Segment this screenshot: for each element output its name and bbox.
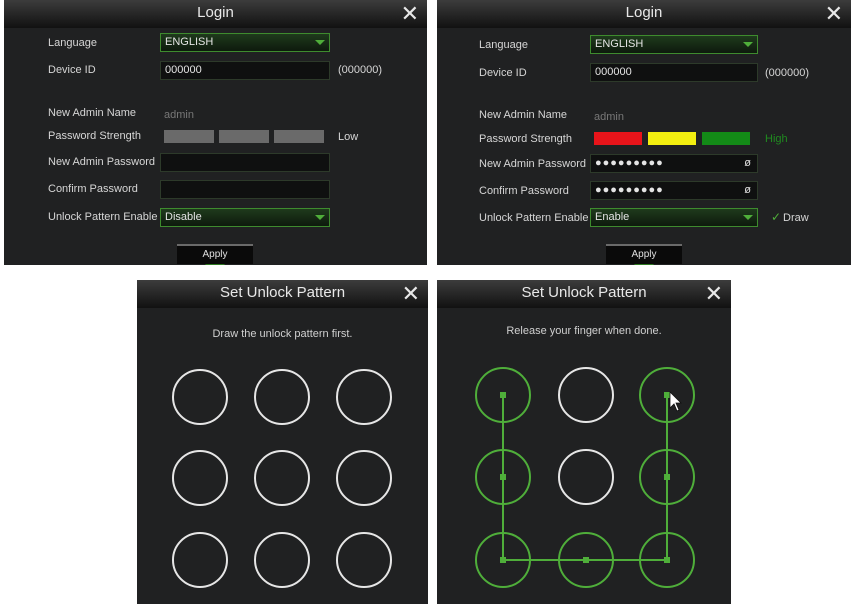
pattern-panel-empty: Set Unlock Pattern ✕ Draw the unlock pat… <box>137 280 428 604</box>
pattern-path-line <box>502 395 668 561</box>
new-password-label: New Admin Password <box>48 156 155 168</box>
admin-name-label: New Admin Name <box>48 107 137 119</box>
strength-bar-2 <box>648 132 696 145</box>
cursor-icon <box>669 391 682 412</box>
login-panel-low: Login ✕ Language ENGLISH Device ID 00000… <box>4 0 427 265</box>
admin-name-value: admin <box>594 111 624 123</box>
confirm-password-label: Confirm Password <box>48 183 138 195</box>
device-id-input[interactable]: 000000 <box>160 61 330 80</box>
device-id-hint: (000000) <box>765 67 810 79</box>
password-strength-label: Password Strength <box>48 130 141 142</box>
pattern-node-7[interactable] <box>172 532 228 588</box>
node-dot <box>500 474 506 480</box>
new-password-label: New Admin Password <box>479 158 586 170</box>
chevron-down-icon <box>315 40 325 45</box>
strength-text: High <box>765 133 788 145</box>
unlock-pattern-label: Unlock Pattern Enable <box>479 212 589 224</box>
strength-bar-2 <box>219 130 269 143</box>
new-password-input[interactable]: ●●●●●●●●● ø <box>590 154 758 173</box>
strength-bar-1 <box>594 132 642 145</box>
chevron-down-icon <box>315 215 325 220</box>
pattern-node-5[interactable] <box>558 449 614 505</box>
strength-text: Low <box>338 131 359 143</box>
unlock-pattern-value: Disable <box>165 211 202 223</box>
node-dot <box>664 557 670 563</box>
pattern-panel-drawn: Set Unlock Pattern ✕ Release your finger… <box>437 280 731 604</box>
language-label: Language <box>48 37 97 49</box>
title-bar: Login ✕ <box>437 0 851 28</box>
unlock-pattern-label: Unlock Pattern Enable <box>48 211 158 223</box>
node-dot <box>500 392 506 398</box>
device-id-input[interactable]: 000000 <box>590 63 758 82</box>
pattern-node-2[interactable] <box>558 367 614 423</box>
dialog-title: Login <box>625 4 663 21</box>
eye-slash-icon[interactable]: ø <box>744 182 751 199</box>
language-label: Language <box>479 39 528 51</box>
admin-name-value: admin <box>164 109 194 121</box>
draw-label[interactable]: Draw <box>783 212 809 224</box>
language-select[interactable]: ENGLISH <box>590 35 758 54</box>
pattern-node-3[interactable] <box>336 369 392 425</box>
device-id-label: Device ID <box>479 67 527 79</box>
device-id-label: Device ID <box>48 64 96 76</box>
confirm-password-input[interactable] <box>160 180 330 199</box>
pattern-node-4[interactable] <box>172 450 228 506</box>
node-dot <box>500 557 506 563</box>
strength-bar-3 <box>274 130 324 143</box>
password-dots: ●●●●●●●●● <box>595 184 664 196</box>
language-select[interactable]: ENGLISH <box>160 33 330 52</box>
language-value: ENGLISH <box>165 36 214 48</box>
unlock-pattern-value: Enable <box>595 211 630 223</box>
apply-button[interactable]: Apply <box>177 244 253 265</box>
unlock-pattern-select[interactable]: Enable <box>590 208 758 227</box>
language-value: ENGLISH <box>595 38 644 50</box>
pattern-node-5[interactable] <box>254 450 310 506</box>
login-panel-high: Login ✕ Language ENGLISH Device ID 00000… <box>437 0 851 265</box>
pattern-node-8[interactable] <box>254 532 310 588</box>
close-icon[interactable]: ✕ <box>401 0 419 28</box>
dialog-title: Login <box>197 4 234 21</box>
title-bar: Login ✕ <box>4 0 427 28</box>
pattern-grid[interactable] <box>137 280 428 604</box>
chevron-down-icon <box>743 42 753 47</box>
pattern-grid[interactable] <box>437 280 731 604</box>
node-dot <box>583 557 589 563</box>
eye-slash-icon[interactable]: ø <box>744 155 751 172</box>
strength-bar-3 <box>702 132 750 145</box>
confirm-password-input[interactable]: ●●●●●●●●● ø <box>590 181 758 200</box>
password-strength-label: Password Strength <box>479 133 572 145</box>
device-id-hint: (000000) <box>338 64 383 76</box>
node-dot <box>664 474 670 480</box>
pattern-node-6[interactable] <box>336 450 392 506</box>
checkmark-icon[interactable]: ✓ <box>771 210 781 224</box>
password-dots: ●●●●●●●●● <box>595 157 664 169</box>
close-icon[interactable]: ✕ <box>825 0 843 28</box>
pattern-node-2[interactable] <box>254 369 310 425</box>
node-dot <box>664 392 670 398</box>
unlock-pattern-select[interactable]: Disable <box>160 208 330 227</box>
strength-bar-1 <box>164 130 214 143</box>
confirm-password-label: Confirm Password <box>479 185 569 197</box>
new-password-input[interactable] <box>160 153 330 172</box>
pattern-node-9[interactable] <box>336 532 392 588</box>
chevron-down-icon <box>743 215 753 220</box>
admin-name-label: New Admin Name <box>479 109 568 121</box>
pattern-node-1[interactable] <box>172 369 228 425</box>
apply-button[interactable]: Apply <box>606 244 682 265</box>
